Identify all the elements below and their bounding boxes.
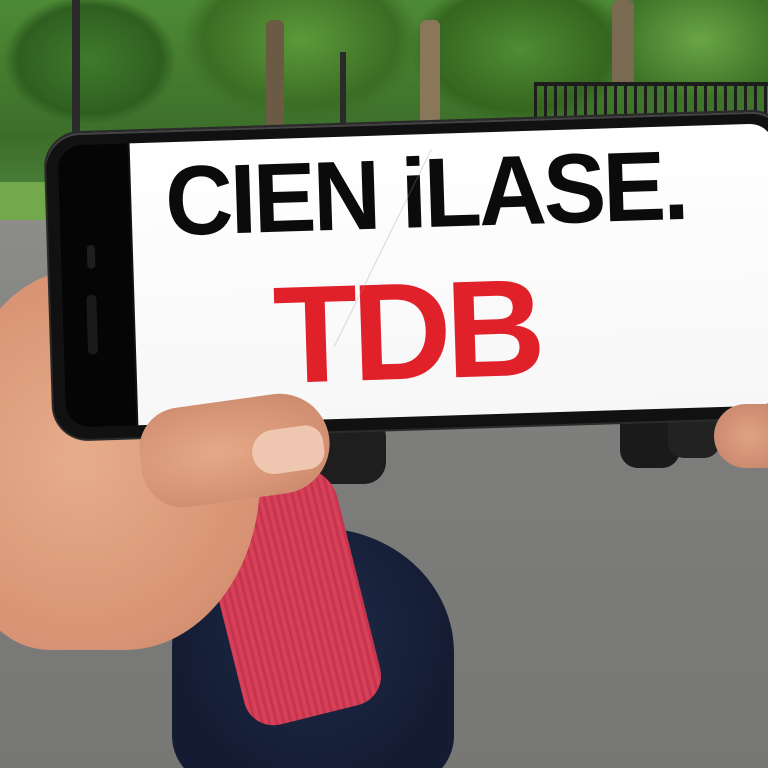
speaker-slot	[86, 294, 99, 355]
camera-icon	[86, 244, 96, 269]
phone-screen: CIEN iLASE. TDB	[129, 123, 768, 426]
smartphone: CIEN iLASE. TDB	[45, 110, 768, 440]
black-shoe	[668, 414, 720, 458]
tree-trunk	[266, 20, 284, 140]
photo-scene: CIEN iLASE. TDB	[0, 0, 768, 768]
lamp-post	[72, 0, 80, 148]
phone-bezel	[57, 143, 137, 428]
tree-trunk	[612, 0, 634, 86]
lamp-post	[340, 52, 346, 132]
tree-trunk	[420, 20, 440, 136]
